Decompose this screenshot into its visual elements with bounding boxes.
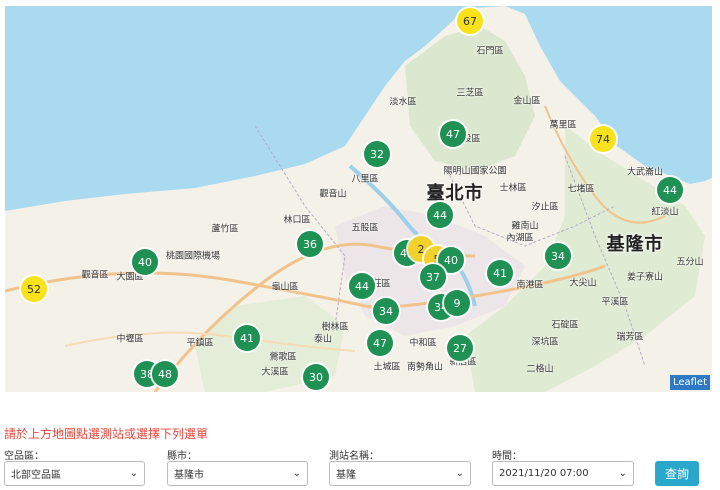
air-region-value: 北部空品區 <box>11 470 61 481</box>
district-label: 觀音山 <box>319 189 347 200</box>
station-marker[interactable]: 40 <box>132 249 158 275</box>
district-label: 鶯歌區 <box>269 352 297 363</box>
district-label: 五股區 <box>351 223 379 234</box>
station-marker[interactable]: 48 <box>152 361 178 387</box>
district-label: 觀音區 <box>81 270 109 281</box>
time-select[interactable]: 2021/11/20 07:00 ⌄ <box>492 461 634 486</box>
district-label: 南勢角山 <box>406 362 444 373</box>
air-region-label: 空品區： <box>4 451 44 462</box>
map-instruction: 請於上方地圖點選測站或選擇下列選單 <box>4 427 209 441</box>
station-value: 基隆 <box>336 470 356 481</box>
station-marker[interactable]: 36 <box>297 231 323 257</box>
station-marker[interactable]: 44 <box>427 202 453 228</box>
time-value: 2021/11/20 07:00 <box>499 468 589 479</box>
city-label-taipei: 臺北市 <box>426 183 484 204</box>
chevron-down-icon: ⌄ <box>455 468 464 479</box>
station-marker[interactable]: 44 <box>349 273 375 299</box>
station-marker[interactable]: 37 <box>420 264 446 290</box>
station-marker[interactable]: 67 <box>457 8 483 34</box>
district-label: 平溪區 <box>601 297 629 308</box>
station-marker[interactable]: 47 <box>440 121 466 147</box>
district-label: 淡水區 <box>389 97 417 108</box>
leaflet-attribution[interactable]: Leaflet <box>669 375 710 390</box>
district-label: 姜子寮山 <box>626 272 664 283</box>
district-label: 中壢區 <box>116 334 144 345</box>
district-label: 土城區 <box>373 362 401 373</box>
county-select[interactable]: 基隆市 ⌄ <box>167 461 308 486</box>
district-label: 陽明山國家公園 <box>443 166 507 177</box>
district-label: 金山區 <box>513 96 541 107</box>
district-label: 平鎮區 <box>186 338 214 349</box>
district-label: 中和區 <box>409 338 437 349</box>
district-label: 雞南山 <box>511 221 539 232</box>
district-label: 二格山 <box>526 364 554 375</box>
district-label: 蘆竹區 <box>211 224 239 235</box>
station-marker[interactable]: 47 <box>367 330 393 356</box>
chevron-down-icon: ⌄ <box>292 468 301 479</box>
district-label: 五分山 <box>676 257 704 268</box>
district-label: 龜山區 <box>271 282 299 293</box>
chevron-down-icon: ⌄ <box>618 468 627 479</box>
station-marker[interactable]: 34 <box>545 243 571 269</box>
station-marker[interactable]: 9 <box>444 290 470 316</box>
station-marker[interactable]: 32 <box>364 141 390 167</box>
district-label: 八里區 <box>351 174 379 185</box>
query-button[interactable]: 查詢 <box>655 461 699 486</box>
station-marker[interactable]: 34 <box>373 298 399 324</box>
district-label: 汐止區 <box>531 202 559 213</box>
district-label: 七堵區 <box>567 184 595 195</box>
station-marker[interactable]: 52 <box>21 276 47 302</box>
district-label: 石門區 <box>476 46 504 57</box>
district-label: 瑞芳區 <box>616 332 644 343</box>
station-marker[interactable]: 27 <box>447 335 473 361</box>
district-label: 大尖山 <box>569 278 597 289</box>
district-label: 士林區 <box>499 183 527 194</box>
district-label: 萬里區 <box>549 120 577 131</box>
county-label: 縣市： <box>167 451 197 462</box>
district-label: 內湖區 <box>506 233 534 244</box>
district-label: 大溪區 <box>261 367 289 378</box>
station-select[interactable]: 基隆 ⌄ <box>329 461 471 486</box>
city-label-keelung: 基隆市 <box>606 234 664 255</box>
station-marker[interactable]: 30 <box>303 364 329 390</box>
district-label: 桃園國際機場 <box>165 251 221 262</box>
air-quality-map[interactable]: 石門區 三芝區 淡水區 金山區 萬里區 北投區 陽明山國家公園 士林區 汐止區 … <box>5 6 712 392</box>
district-label: 三芝區 <box>456 88 484 99</box>
district-label: 深坑區 <box>531 337 559 348</box>
district-label: 紅淡山 <box>651 207 679 218</box>
air-region-select[interactable]: 北部空品區 ⌄ <box>4 461 145 486</box>
time-label: 時間： <box>492 451 522 462</box>
district-label: 泰山 <box>313 334 333 345</box>
district-label: 石碇區 <box>551 320 579 331</box>
station-marker[interactable]: 74 <box>590 126 616 152</box>
station-marker[interactable]: 41 <box>234 325 260 351</box>
station-marker[interactable]: 41 <box>487 260 513 286</box>
district-label: 南港區 <box>516 280 544 291</box>
map-base <box>5 6 712 392</box>
district-label: 林口區 <box>283 215 311 226</box>
county-value: 基隆市 <box>174 470 204 481</box>
chevron-down-icon: ⌄ <box>129 468 138 479</box>
station-label: 測站名稱： <box>329 451 379 462</box>
station-marker[interactable]: 44 <box>657 177 683 203</box>
district-label: 大武崙山 <box>626 167 664 178</box>
